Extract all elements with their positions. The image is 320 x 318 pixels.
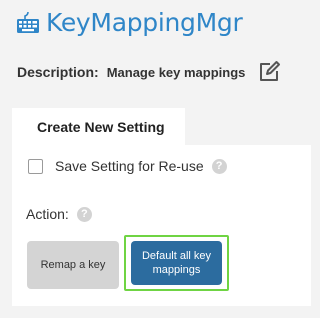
app-title: KeyMappingMgr xyxy=(46,8,243,37)
description-value: Manage key mappings xyxy=(106,64,246,80)
edit-icon[interactable] xyxy=(257,60,281,84)
default-all-mappings-button[interactable]: Default all key mappings xyxy=(131,241,222,285)
app-header: KeyMappingMgr xyxy=(16,8,243,37)
action-row: Action: ? xyxy=(26,206,92,222)
tab-strip: Create New Setting xyxy=(12,108,311,145)
tab-create-new-setting[interactable]: Create New Setting xyxy=(12,108,185,145)
save-setting-label: Save Setting for Re-use xyxy=(55,158,204,174)
highlight-frame: Default all key mappings xyxy=(124,235,229,291)
description-label: Description: xyxy=(17,64,99,80)
help-icon[interactable]: ? xyxy=(211,158,227,174)
save-setting-checkbox[interactable] xyxy=(28,158,43,174)
description-row: Description: Manage key mappings xyxy=(17,60,281,84)
keyboard-icon xyxy=(17,11,39,33)
tab-label: Create New Setting xyxy=(37,118,165,135)
save-setting-row: Save Setting for Re-use ? xyxy=(28,158,227,174)
action-label: Action: xyxy=(26,206,69,222)
help-icon[interactable]: ? xyxy=(76,206,92,222)
remap-key-button[interactable]: Remap a key xyxy=(27,241,119,289)
settings-panel: Create New Setting Save Setting for Re-u… xyxy=(12,108,311,306)
